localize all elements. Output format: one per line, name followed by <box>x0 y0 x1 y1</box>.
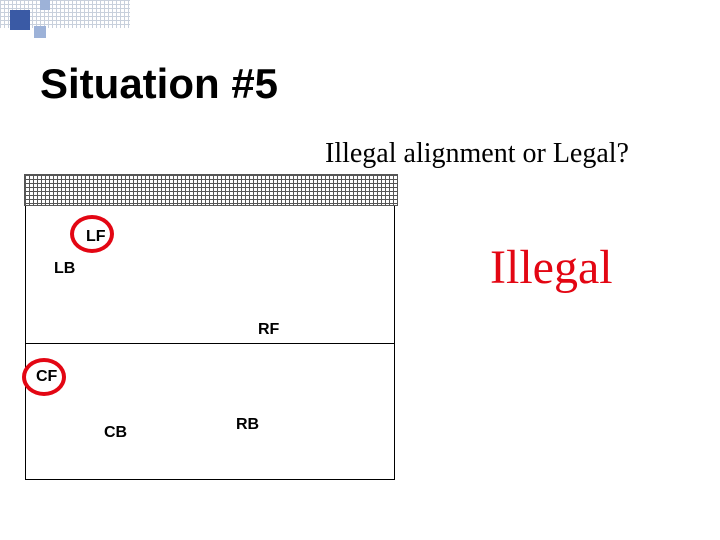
position-cb: CB <box>104 424 127 442</box>
position-rf: RF <box>258 321 279 339</box>
position-cf: CF <box>36 368 57 386</box>
decor-block-light <box>34 26 46 38</box>
question-text: Illegal alignment or Legal? <box>325 138 629 170</box>
verdict-text: Illegal <box>490 240 613 295</box>
decor-block-light <box>40 0 50 10</box>
decor-block-dark <box>10 10 30 30</box>
court-diagram: LF LB RF CF CB RB <box>25 205 395 480</box>
slide-title: Situation #5 <box>40 60 278 108</box>
position-rb: RB <box>236 416 259 434</box>
court-midline <box>26 343 394 344</box>
position-lf: LF <box>86 228 106 246</box>
position-lb: LB <box>54 260 75 278</box>
net-icon <box>24 174 398 206</box>
slide-corner-decoration <box>0 0 130 48</box>
